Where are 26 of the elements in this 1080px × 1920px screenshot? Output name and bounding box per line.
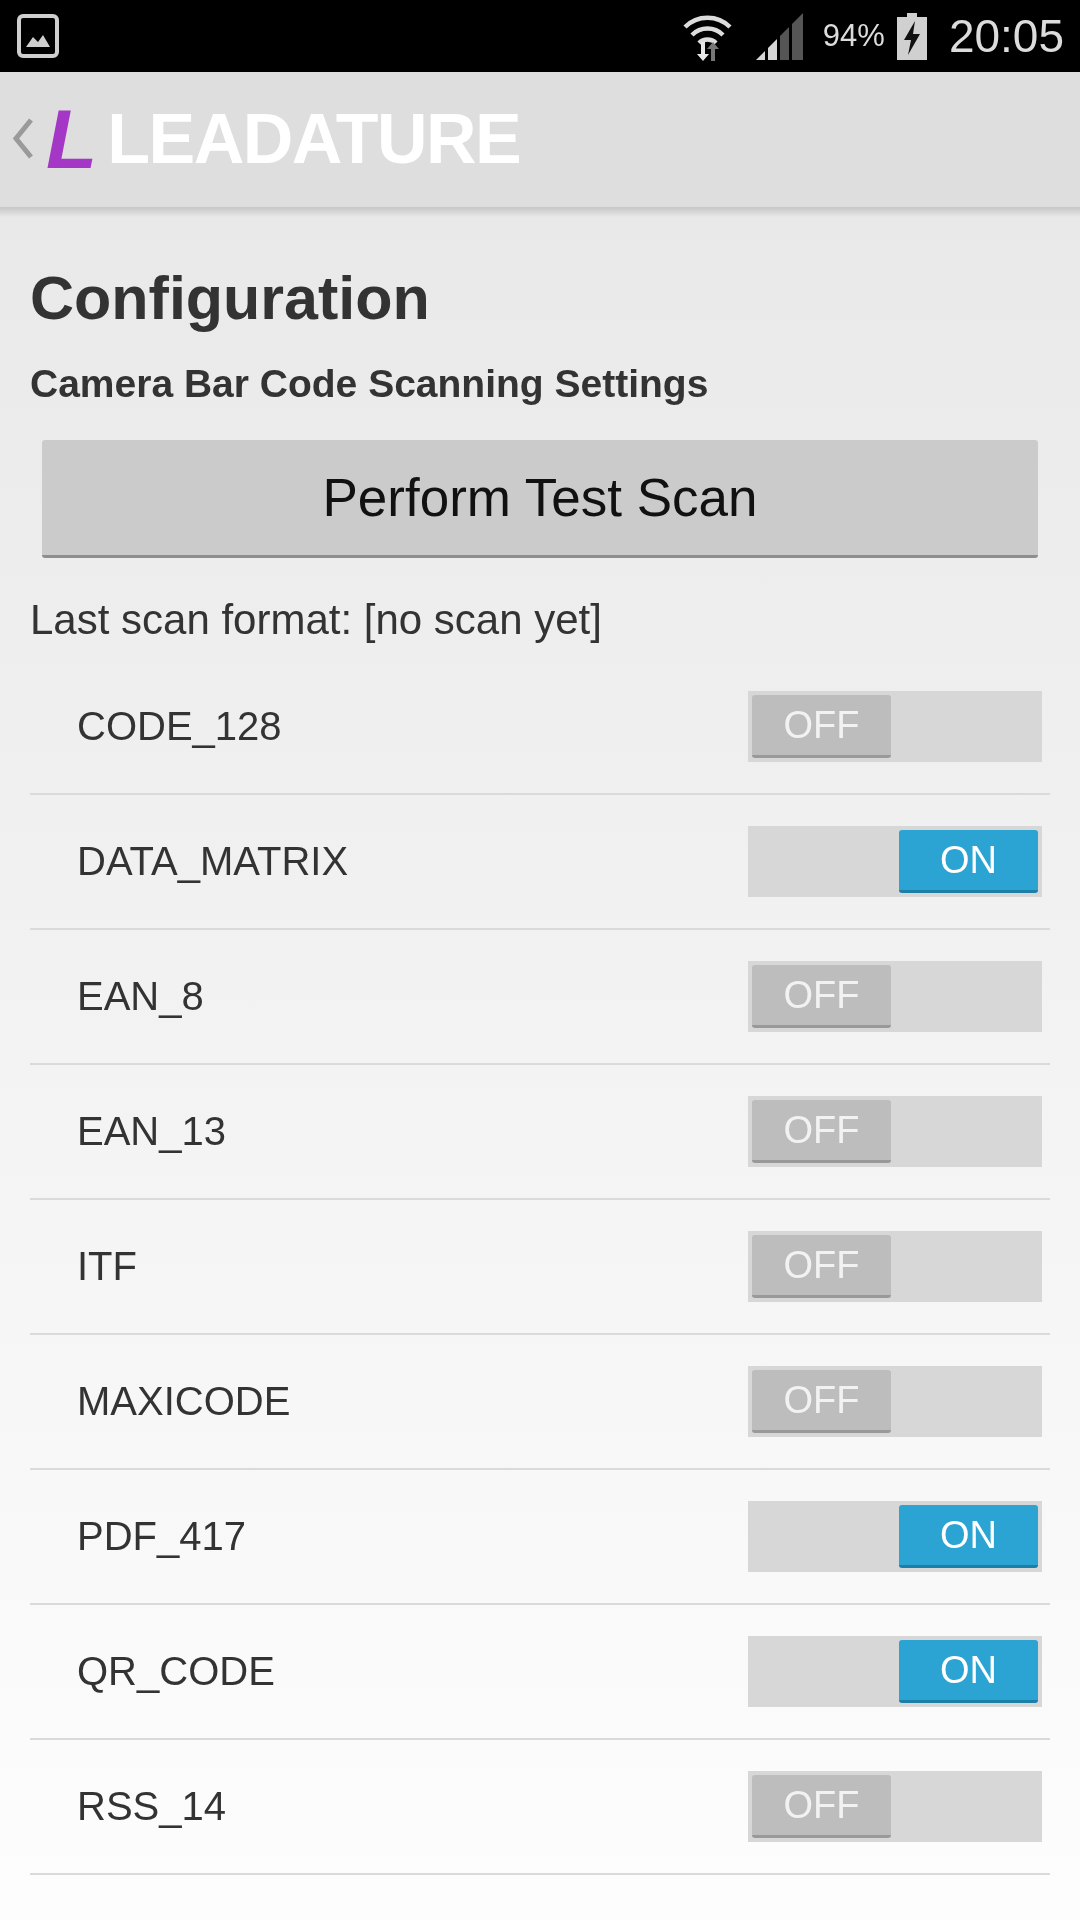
logo-mark: L <box>46 96 98 181</box>
test-scan-button[interactable]: Perform Test Scan <box>42 440 1038 558</box>
clock: 20:05 <box>948 9 1064 63</box>
signal-icon <box>755 12 803 60</box>
format-label: RSS_14 <box>77 1784 226 1829</box>
chevron-left-icon[interactable] <box>12 118 34 159</box>
page-title: Configuration <box>30 263 430 334</box>
format-label: CODE_128 <box>77 704 282 749</box>
toggle-thumb[interactable]: ON <box>899 830 1038 893</box>
format-label: EAN_13 <box>77 1109 226 1154</box>
battery-percent: 94% <box>822 18 885 54</box>
format-label: QR_CODE <box>77 1649 275 1694</box>
format-label: ITF <box>77 1244 137 1289</box>
toggle-thumb[interactable]: ON <box>899 1640 1038 1703</box>
format-label: DATA_MATRIX <box>77 839 349 884</box>
format-label: MAXICODE <box>77 1379 291 1424</box>
toggle-thumb[interactable]: ON <box>899 1505 1038 1568</box>
toggle-switch[interactable]: ON <box>748 1501 1042 1572</box>
format-label: PDF_417 <box>77 1514 246 1559</box>
format-label: EAN_8 <box>77 974 204 1019</box>
image-icon <box>17 14 59 58</box>
last-scan-text: Last scan format: [no scan yet] <box>30 595 602 645</box>
section-heading: Camera Bar Code Scanning Settings <box>30 361 709 407</box>
toggle-switch[interactable]: ON <box>748 826 1042 897</box>
battery-icon <box>896 12 927 60</box>
toggle-switch[interactable]: ON <box>748 1636 1042 1707</box>
